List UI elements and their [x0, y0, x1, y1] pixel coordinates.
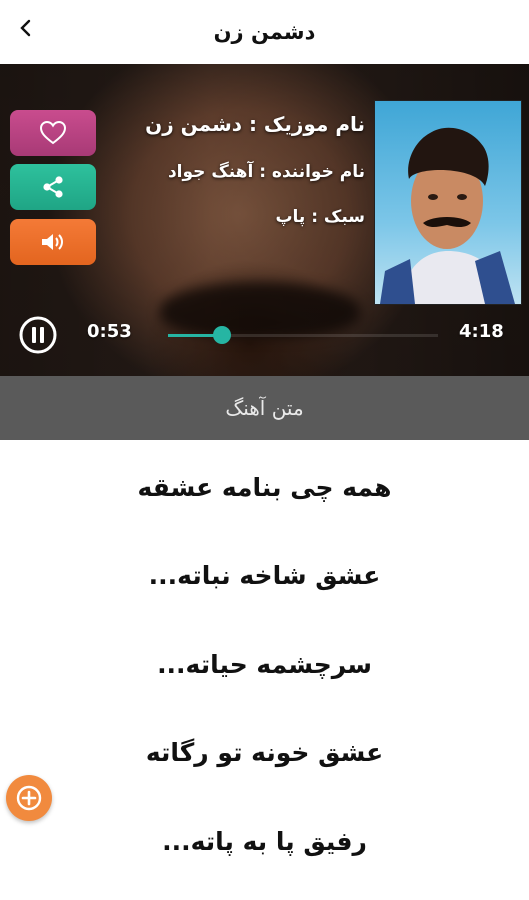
- album-cover: [374, 100, 522, 305]
- genre: سبک : پاپ: [275, 207, 365, 227]
- speaker-icon: [42, 234, 63, 250]
- add-button[interactable]: [6, 775, 52, 821]
- lyric-line: سرچشمه حیاته...: [157, 650, 372, 679]
- total-time: 4:18: [459, 321, 504, 342]
- page-title: دشمن زن: [213, 20, 316, 44]
- lyric-line: همه چی بنامه عشقه: [137, 473, 392, 502]
- plus-icon: [16, 785, 42, 811]
- lyric-line: رفیق پا به پاته...: [162, 827, 367, 856]
- singer-name: نام خواننده : آهنگ جواد: [167, 162, 365, 182]
- app-header: دشمن زن: [0, 0, 529, 64]
- heart-icon: [39, 120, 67, 145]
- seek-thumb[interactable]: [213, 326, 231, 344]
- share-icon: [43, 176, 63, 198]
- seek-bar[interactable]: [168, 324, 438, 348]
- like-button[interactable]: [10, 110, 96, 156]
- song-name: نام موزیک : دشمن زن: [145, 112, 365, 136]
- pause-button[interactable]: [18, 315, 58, 355]
- current-time: 0:53: [87, 321, 132, 342]
- lyric-line: عشق شاخه نباته...: [148, 561, 381, 590]
- share-button[interactable]: [10, 164, 96, 210]
- album-cover-image: [375, 101, 521, 304]
- volume-button[interactable]: [10, 219, 96, 265]
- lyrics-tab[interactable]: متن آهنگ: [0, 376, 529, 440]
- lyric-line: عشق خونه تو رگاته: [145, 738, 384, 767]
- pause-icon: [19, 316, 57, 354]
